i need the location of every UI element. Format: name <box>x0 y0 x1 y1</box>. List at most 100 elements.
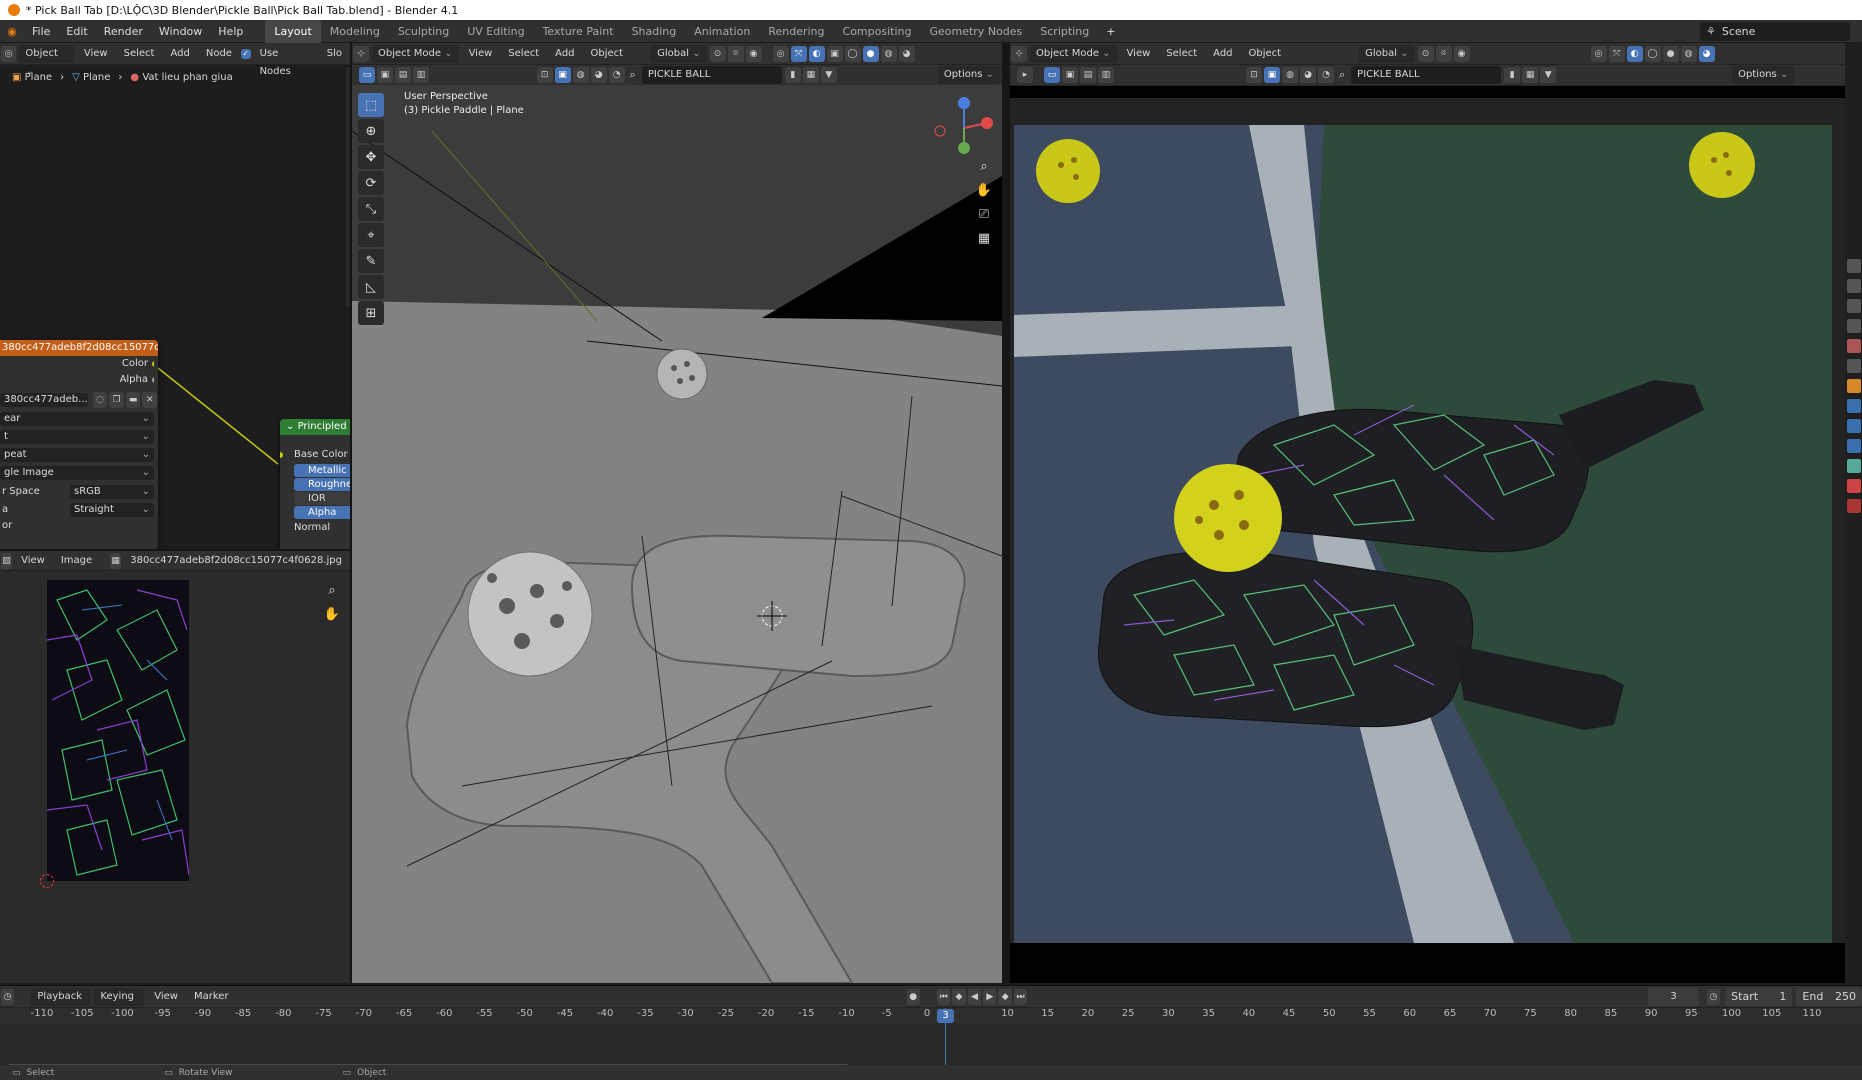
playhead-frame[interactable]: 3 <box>937 1009 954 1023</box>
current-frame-field[interactable]: 3 <box>1648 987 1699 1006</box>
menu-help[interactable]: Help <box>210 20 251 43</box>
duplicate-icon[interactable]: ❐ <box>109 392 124 408</box>
2d-cursor-icon[interactable] <box>40 874 54 888</box>
viewport-menu-view[interactable]: View <box>463 45 499 63</box>
data-properties-icon[interactable] <box>1846 459 1861 473</box>
menu-render[interactable]: Render <box>96 20 151 43</box>
scene-properties-icon[interactable] <box>1846 339 1861 353</box>
proportional-icon[interactable]: ◉ <box>1453 45 1470 62</box>
particles-properties-icon[interactable] <box>1846 419 1861 433</box>
workspace-tab-modeling[interactable]: Modeling <box>321 20 389 43</box>
workspace-tab-rendering[interactable]: Rendering <box>759 20 833 43</box>
tool-properties-icon[interactable] <box>1846 259 1861 273</box>
shader-node-editor[interactable]: ◎ Object View Select Add Node ✓ Use Node… <box>0 43 350 549</box>
snap-icon[interactable]: ⌾ <box>1435 45 1452 62</box>
zoom-icon[interactable]: ⌕ <box>974 159 994 179</box>
play-icon[interactable]: ▶ <box>983 988 997 1005</box>
input-ior[interactable]: IOR <box>294 492 350 505</box>
render-menu-object[interactable]: Object <box>1243 45 1288 63</box>
visibility-icon[interactable]: ◎ <box>1590 45 1607 62</box>
menu-edit[interactable]: Edit <box>58 20 95 43</box>
gizmo-icon[interactable]: ⤧ <box>790 45 807 62</box>
workspace-tab-uv-editing[interactable]: UV Editing <box>458 20 533 43</box>
end-frame-field[interactable]: End 250 <box>1796 987 1862 1006</box>
filter-camera-icon[interactable]: ◔ <box>608 67 625 83</box>
camera-view-icon[interactable]: ⎚ <box>974 207 994 227</box>
editor-type-icon[interactable]: ▨ <box>1 552 13 569</box>
workspace-tab-compositing[interactable]: Compositing <box>834 20 921 43</box>
viewport-menu-select[interactable]: Select <box>502 45 545 63</box>
extension-dropdown[interactable]: peat <box>0 448 154 462</box>
collection-icon[interactable]: ⊡ <box>1246 67 1262 83</box>
collection-icon[interactable]: ⊡ <box>536 67 553 83</box>
play-reverse-icon[interactable]: ◀ <box>967 988 982 1005</box>
texture-properties-icon[interactable] <box>1846 499 1861 513</box>
move-tool-icon[interactable]: ✥ <box>358 145 384 169</box>
view-layer-properties-icon[interactable] <box>1846 319 1861 333</box>
render-shading-icon[interactable]: ◕ <box>1698 45 1715 62</box>
overlay-icon[interactable]: ◐ <box>1626 45 1643 62</box>
select-subtract-icon[interactable]: ▤ <box>1080 67 1096 83</box>
input-normal[interactable]: Normal <box>280 520 350 536</box>
input-roughness[interactable]: Roughness <box>294 478 350 491</box>
source-dropdown[interactable]: gle Image <box>0 466 154 480</box>
select-extend-icon[interactable]: ▣ <box>377 67 393 83</box>
filter-camera-icon[interactable]: ◔ <box>1318 67 1334 83</box>
frame-ruler[interactable]: -110 -105 -100 -95 -90 -85 -80 -75 -70 -65 -60 -55-… <box>0 1008 1862 1024</box>
image-editor[interactable]: ▨ View Image ▦ 380cc477adeb8f2d08cc15077… <box>0 549 350 983</box>
object-mode-dropdown[interactable]: Object Mode <box>372 44 459 63</box>
annotate-tool-icon[interactable]: ✎ <box>358 249 384 273</box>
workspace-tab-sculpting[interactable]: Sculpting <box>389 20 458 43</box>
editor-type-icon[interactable]: ⊹ <box>353 45 369 62</box>
modifier-properties-icon[interactable] <box>1846 399 1861 413</box>
render-menu-view[interactable]: View <box>1121 45 1157 63</box>
cursor-tool-icon[interactable]: ⊕ <box>358 119 384 143</box>
viewport-menu-add[interactable]: Add <box>549 45 580 63</box>
rendered-viewport[interactable]: ⊹ Object Mode View Select Add Object Glo… <box>1010 43 1845 983</box>
start-frame-field[interactable]: Start 1 <box>1725 987 1793 1006</box>
render-menu-select[interactable]: Select <box>1160 45 1203 63</box>
snap-icon[interactable]: ⌾ <box>727 45 744 62</box>
auto-keying-icon[interactable]: ● <box>906 988 920 1005</box>
render-collection-search-field[interactable]: PICKLE BALL <box>1351 66 1502 84</box>
scene-selector[interactable]: ⚘ Scene <box>1700 22 1850 41</box>
image-name-field[interactable]: 380cc477adeb... <box>0 393 88 407</box>
jump-end-icon[interactable]: ⏭ <box>1013 988 1028 1005</box>
workspace-tab-shading[interactable]: Shading <box>623 20 686 43</box>
jump-start-icon[interactable]: ⏮ <box>936 988 951 1005</box>
filter-render-icon[interactable]: ◕ <box>590 67 607 83</box>
3d-viewport[interactable]: ⊹ Object Mode View Select Add Object Glo… <box>352 43 1002 983</box>
filter-render-icon[interactable]: ◕ <box>1300 67 1316 83</box>
image-menu-view[interactable]: View <box>15 552 51 570</box>
options-dropdown[interactable]: Options <box>937 66 1000 84</box>
wireframe-shading-icon[interactable]: ◯ <box>1644 45 1661 62</box>
workspace-tab-texture-paint[interactable]: Texture Paint <box>534 20 623 43</box>
menu-file[interactable]: File <box>24 20 58 43</box>
workspace-tab-geometry-nodes[interactable]: Geometry Nodes <box>920 20 1031 43</box>
layout-icon[interactable]: ▦ <box>1522 67 1539 83</box>
bookmark-icon[interactable]: ▮ <box>784 67 801 83</box>
material-properties-icon[interactable] <box>1846 479 1861 493</box>
input-metallic[interactable]: Metallic <box>294 464 350 477</box>
scale-tool-icon[interactable]: ⤡ <box>358 197 384 221</box>
material-shading-icon[interactable]: ◍ <box>1680 45 1697 62</box>
filter-shading-icon[interactable]: ◍ <box>572 67 589 83</box>
close-icon[interactable]: ✕ <box>142 392 157 408</box>
folder-icon[interactable]: ▬ <box>125 392 141 408</box>
physics-properties-icon[interactable] <box>1846 439 1861 453</box>
wireframe-shading-icon[interactable]: ◯ <box>844 45 861 62</box>
timeline[interactable]: ◷ Playback Keying View Marker ● ⏮ ◆ ◀ ▶ … <box>0 985 1862 1068</box>
interpolation-dropdown[interactable]: ear <box>0 412 154 426</box>
editor-type-icon[interactable]: ⊹ <box>1011 45 1027 62</box>
timeline-menu-marker[interactable]: Marker <box>188 988 235 1006</box>
proportional-icon[interactable]: ◉ <box>745 45 762 62</box>
workspace-tab-animation[interactable]: Animation <box>685 20 759 43</box>
zoom-icon[interactable]: ⌕ <box>322 583 342 603</box>
pan-hand-icon[interactable]: ✋ <box>974 183 994 203</box>
select-intersect-icon[interactable]: ▥ <box>413 67 429 83</box>
viewport-menu-object[interactable]: Object <box>585 45 630 63</box>
render-shading-icon[interactable]: ◕ <box>898 45 915 62</box>
image-filename[interactable]: 380cc477adeb8f2d08cc15077c4f0628.jpg <box>124 552 348 570</box>
image-datablock[interactable]: 380cc477adeb... ◌ ❐ ▬ ✕ <box>0 392 158 408</box>
add-workspace-button[interactable]: + <box>1098 20 1123 43</box>
